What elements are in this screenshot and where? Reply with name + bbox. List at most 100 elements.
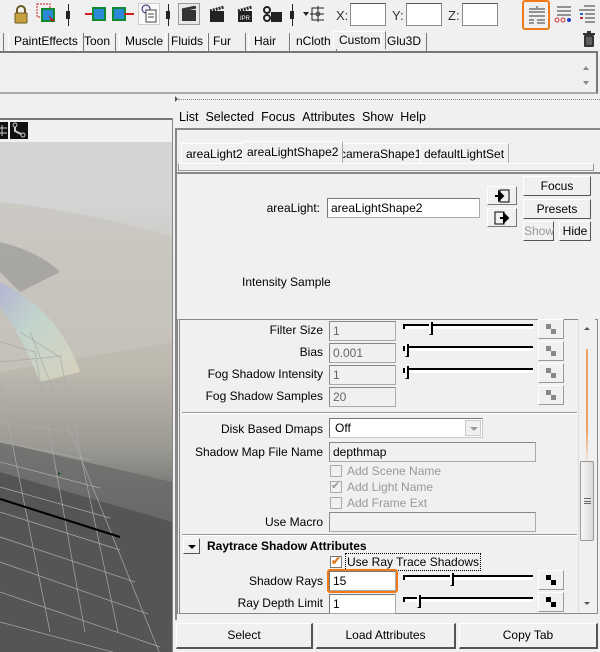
toolbar-separator[interactable] <box>290 4 294 26</box>
history-icon[interactable] <box>138 3 160 25</box>
menu-list[interactable]: List <box>175 108 201 126</box>
scroll-down-icon[interactable] <box>584 602 590 605</box>
shelf-scroll-up-icon[interactable] <box>583 66 589 70</box>
ipr-render-icon[interactable]: IPR <box>234 3 256 25</box>
node-tab-defaultlightset[interactable]: defaultLightSet <box>419 143 510 163</box>
output-connection-icon[interactable] <box>112 3 134 25</box>
shelf-tab-fluids[interactable]: Fluids <box>165 33 210 51</box>
bias-map-button[interactable] <box>538 341 564 361</box>
menu-show[interactable]: Show <box>358 108 396 126</box>
input-connections-button[interactable] <box>487 186 517 205</box>
lock-icon[interactable] <box>10 3 32 25</box>
shelf-tab-custom[interactable]: Custom <box>333 31 387 49</box>
chevron-down-icon[interactable] <box>465 420 481 436</box>
shadow-rays-map-button[interactable] <box>538 570 564 590</box>
toolbar-separator[interactable] <box>166 4 170 26</box>
use-macro-input[interactable] <box>329 512 536 532</box>
ray-depth-limit-slider[interactable] <box>403 594 533 608</box>
select-button[interactable]: Select <box>176 623 313 649</box>
shelf-tab-hair[interactable]: Hair <box>248 33 290 51</box>
collapse-arrow-icon <box>187 545 196 549</box>
slider-thumb[interactable] <box>429 322 433 335</box>
scrollbar-thumb[interactable] <box>580 461 594 541</box>
fog-shadow-intensity-map-button[interactable] <box>538 363 564 383</box>
node-tab-arealight2[interactable]: areaLight2 <box>181 143 248 163</box>
slider-thumb[interactable] <box>405 366 409 379</box>
menu-attributes[interactable]: Attributes <box>298 108 358 126</box>
shelf-tab-ncloth[interactable]: nCloth <box>290 33 337 51</box>
x-coord-input[interactable] <box>350 3 386 26</box>
copy-tab-button[interactable]: Copy Tab <box>459 623 598 649</box>
attribute-editor-menu-bar: List Selected Focus Attributes Show Help <box>175 108 429 126</box>
shelf-tab-partial[interactable] <box>0 33 4 51</box>
focus-button[interactable]: Focus <box>523 176 591 196</box>
shadow-rays-slider[interactable] <box>403 572 533 586</box>
fog-shadow-samples-map-button[interactable] <box>538 385 564 405</box>
output-connections-button[interactable] <box>487 208 517 227</box>
y-coord-input[interactable] <box>406 3 442 26</box>
filter-size-slider[interactable] <box>403 321 533 335</box>
slider-thumb[interactable] <box>405 344 409 357</box>
attributes-scrollbar[interactable] <box>578 319 595 613</box>
shelf-tab-painteffects[interactable]: PaintEffects <box>8 33 84 51</box>
hide-button[interactable]: Hide <box>559 221 591 241</box>
fog-shadow-samples-input[interactable]: 20 <box>329 387 396 407</box>
add-light-name-checkbox[interactable] <box>330 479 342 493</box>
panel-divider[interactable] <box>178 99 600 101</box>
shelf-tab-muscle[interactable]: Muscle <box>119 33 170 51</box>
add-scene-name-checkbox[interactable] <box>330 465 342 477</box>
node-tab-arealightshape2[interactable]: areaLightShape2 <box>242 141 344 163</box>
fog-shadow-intensity-slider[interactable] <box>403 365 533 379</box>
viewport-scene[interactable] <box>0 142 172 652</box>
slider-thumb[interactable] <box>417 595 421 608</box>
trash-icon[interactable] <box>582 31 596 51</box>
add-frame-ext-label: Add Frame Ext <box>347 496 428 510</box>
menu-help[interactable]: Help <box>396 108 429 126</box>
x-coord-label: X: <box>336 8 349 23</box>
section-divider <box>182 412 577 414</box>
bias-slider[interactable] <box>403 343 533 357</box>
shelf-tab-glu3d[interactable]: Glu3D <box>381 33 428 51</box>
node-name-input[interactable]: areaLightShape2 <box>327 198 480 218</box>
fog-shadow-intensity-input[interactable]: 1 <box>329 365 396 385</box>
shelf-tab-toon[interactable]: Toon <box>78 33 117 51</box>
bias-label: Bias <box>299 345 323 359</box>
shadow-map-file-name-input[interactable]: depthmap <box>329 442 536 462</box>
use-ray-trace-shadows-checkbox[interactable] <box>330 554 342 568</box>
shelf-tab-fur[interactable]: Fur <box>207 33 246 51</box>
tool-settings-icon[interactable] <box>552 3 574 25</box>
map-texture-icon <box>546 368 556 378</box>
grid-toggle-icon[interactable] <box>0 122 8 139</box>
toolbar-separator[interactable] <box>66 4 70 26</box>
render-icon[interactable] <box>206 3 228 25</box>
z-coord-input[interactable] <box>462 3 498 26</box>
scroll-annotation-line <box>586 349 588 464</box>
presets-button[interactable]: Presets <box>523 199 591 219</box>
scroll-up-icon[interactable] <box>584 327 590 330</box>
select-highlight-icon[interactable] <box>36 3 58 25</box>
shelf-scroll-down-icon[interactable] <box>583 81 589 85</box>
disk-based-dmaps-dropdown[interactable]: Off <box>329 418 483 438</box>
menu-focus[interactable]: Focus <box>257 108 298 126</box>
slider-thumb[interactable] <box>450 573 454 586</box>
bias-input[interactable]: 0.001 <box>329 343 396 363</box>
channel-box-icon[interactable] <box>576 3 598 25</box>
render-view-icon[interactable] <box>178 3 200 25</box>
menu-selected[interactable]: Selected <box>201 108 257 126</box>
joint-toggle-icon[interactable] <box>10 122 28 139</box>
load-attributes-button[interactable]: Load Attributes <box>316 623 456 649</box>
filter-size-map-button[interactable] <box>538 319 564 339</box>
viewport-panel[interactable] <box>0 118 172 652</box>
render-settings-icon[interactable] <box>262 3 284 25</box>
fog-shadow-samples-label: Fog Shadow Samples <box>205 389 323 403</box>
node-tab-camerashape1[interactable]: cameraShape1 <box>335 143 427 163</box>
use-macro-label: Use Macro <box>264 515 323 529</box>
input-connection-icon[interactable] <box>84 3 106 25</box>
ray-depth-limit-map-button[interactable] <box>538 592 564 612</box>
filter-size-input[interactable]: 1 <box>329 321 396 341</box>
show-button[interactable]: Show <box>523 221 554 241</box>
raytrace-section-toggle[interactable] <box>183 538 200 554</box>
ray-depth-limit-input[interactable]: 1 <box>329 594 396 614</box>
add-frame-ext-checkbox[interactable] <box>330 497 342 509</box>
snap-transform-icon[interactable] <box>302 3 324 25</box>
